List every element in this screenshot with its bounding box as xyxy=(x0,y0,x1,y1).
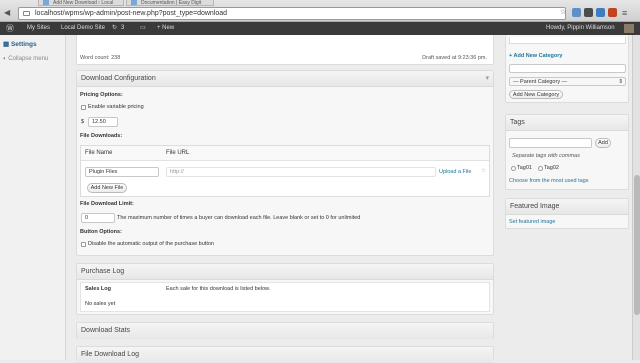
browser-tab-documentation[interactable]: Documentation | Easy Digit xyxy=(126,0,214,6)
file-table-header: File Name File URL xyxy=(81,146,489,161)
word-count: Word count: 238 xyxy=(80,55,121,61)
extension-icon[interactable] xyxy=(584,8,593,17)
disable-button-label: Disable the automatic output of the purc… xyxy=(88,241,214,247)
purchase-log-header[interactable]: Purchase Log xyxy=(77,264,493,280)
site-name-link[interactable]: Local Demo Site xyxy=(61,22,105,35)
download-limit-label: File Download Limit: xyxy=(80,201,134,207)
updates-count[interactable]: 3 xyxy=(121,22,124,35)
categories-box: + Add New Category — Parent Category — ⇕… xyxy=(505,35,629,103)
page-scrollbar[interactable] xyxy=(632,35,640,360)
col-file-url: File URL xyxy=(166,150,190,156)
collapse-menu[interactable]: ◐ Collapse menu xyxy=(3,56,48,62)
browser-tab-add-new-download[interactable]: Add New Download ‹ Local xyxy=(38,0,124,6)
page-icon xyxy=(23,11,30,16)
address-bar[interactable]: localhost/wpms/wp-admin/post-new.php?pos… xyxy=(18,7,566,20)
draft-saved-status: Draft saved at 9:23:36 pm. xyxy=(422,55,487,61)
my-sites-link[interactable]: My Sites xyxy=(27,22,50,35)
most-used-tags-link[interactable]: Choose from the most used tags xyxy=(509,178,588,184)
avatar[interactable] xyxy=(624,24,634,33)
variable-pricing-label: Enable variable pricing xyxy=(88,104,144,110)
file-downloads-label: File Downloads: xyxy=(80,133,123,139)
download-configuration-header[interactable]: Download Configuration ▾ xyxy=(77,71,493,87)
file-name-input[interactable]: Plugin Files xyxy=(85,167,159,177)
wordpress-tab-icon xyxy=(43,0,49,5)
add-new-file-button[interactable]: Add New File xyxy=(87,183,127,193)
download-limit-input[interactable]: 0 xyxy=(81,213,115,223)
new-tag-input[interactable] xyxy=(509,138,592,148)
page-tab-icon xyxy=(131,0,137,5)
no-sales-text: No sales yet xyxy=(85,301,116,307)
menu-icon[interactable]: ≡ xyxy=(622,8,627,18)
admin-sidebar: ▦ Settings ◐ Collapse menu xyxy=(0,35,66,360)
sidebar-item-settings[interactable]: ▦ Settings xyxy=(3,40,37,48)
select-arrows-icon: ⇕ xyxy=(618,79,623,85)
add-tag-button[interactable]: Add xyxy=(595,138,611,148)
sales-log-table: Sales Log Each sale for this download is… xyxy=(80,282,490,312)
tags-header[interactable]: Tags xyxy=(506,115,628,131)
parent-category-select[interactable]: — Parent Category — ⇕ xyxy=(509,77,626,86)
collapse-icon: ◐ xyxy=(3,56,7,62)
tag-item: Tag02 xyxy=(544,165,559,171)
bookmark-star-icon[interactable]: ☆ xyxy=(560,8,566,16)
howdy-user[interactable]: Howdy, Pippin Williamson xyxy=(546,22,615,35)
purchase-log-box: Purchase Log Sales Log Each sale for thi… xyxy=(76,263,494,315)
settings-icon: ▦ xyxy=(3,41,10,48)
scrollbar-thumb[interactable] xyxy=(634,175,640,315)
remove-tag-icon[interactable] xyxy=(538,166,543,171)
file-download-log-header[interactable]: File Download Log xyxy=(77,347,493,363)
editor-area[interactable]: Word count: 238 Draft saved at 9:23:36 p… xyxy=(76,35,494,65)
new-content-link[interactable]: + New xyxy=(157,22,174,35)
separate-tags-help: Separate tags with commas xyxy=(512,153,580,159)
new-category-input[interactable] xyxy=(509,64,626,73)
download-limit-help: The maximum number of times a buyer can … xyxy=(117,215,361,221)
variable-pricing-checkbox[interactable] xyxy=(81,105,86,110)
updates-icon[interactable]: ↻ xyxy=(112,22,117,35)
extension-icon[interactable] xyxy=(608,8,617,17)
extension-icon[interactable] xyxy=(596,8,605,17)
featured-image-box: Featured Image Set featured image xyxy=(505,198,629,229)
disable-button-checkbox[interactable] xyxy=(81,242,86,247)
set-featured-image-link[interactable]: Set featured image xyxy=(509,219,555,225)
tags-box: Tags Add Separate tags with commas Tag01… xyxy=(505,114,629,190)
download-configuration-box: Download Configuration ▾ Pricing Options… xyxy=(76,70,494,256)
download-stats-box[interactable]: Download Stats xyxy=(76,322,494,339)
download-stats-header[interactable]: Download Stats xyxy=(77,323,493,339)
currency-symbol: $ xyxy=(81,119,85,125)
price-input[interactable]: 12.50 xyxy=(88,117,118,127)
sales-log-label: Sales Log xyxy=(85,286,111,292)
wordpress-logo-icon[interactable]: Ⓦ xyxy=(6,22,14,35)
tag-item: Tag01 xyxy=(517,165,532,171)
extension-icon[interactable] xyxy=(572,8,581,17)
toggle-arrow-icon[interactable]: ▾ xyxy=(485,71,489,87)
upload-file-link[interactable]: Upload a File xyxy=(439,169,471,175)
remove-tag-icon[interactable] xyxy=(511,166,516,171)
comments-icon[interactable]: ▭ xyxy=(140,22,146,35)
col-file-name: File Name xyxy=(85,150,113,156)
category-list[interactable] xyxy=(509,37,626,44)
admin-bar: Ⓦ My Sites Local Demo Site ↻ 3 ▭ + New H… xyxy=(0,22,640,35)
file-downloads-table: File Name File URL Plugin Files http:// … xyxy=(80,145,490,197)
file-url-input[interactable]: http:// xyxy=(166,167,436,177)
featured-image-header[interactable]: Featured Image xyxy=(506,199,628,215)
browser-chrome: Add New Download ‹ Local Documentation |… xyxy=(0,0,640,22)
back-icon[interactable]: ◀ xyxy=(4,8,10,17)
add-new-category-button[interactable]: Add New Category xyxy=(509,90,563,99)
pricing-options-label: Pricing Options: xyxy=(80,92,123,98)
file-download-log-box[interactable]: File Download Log xyxy=(76,346,494,363)
sales-log-help: Each sale for this download is listed be… xyxy=(166,286,271,292)
button-options-label: Button Options: xyxy=(80,229,122,235)
add-new-category-link[interactable]: + Add New Category xyxy=(509,53,562,59)
remove-file-icon[interactable]: ☆ xyxy=(481,168,486,174)
